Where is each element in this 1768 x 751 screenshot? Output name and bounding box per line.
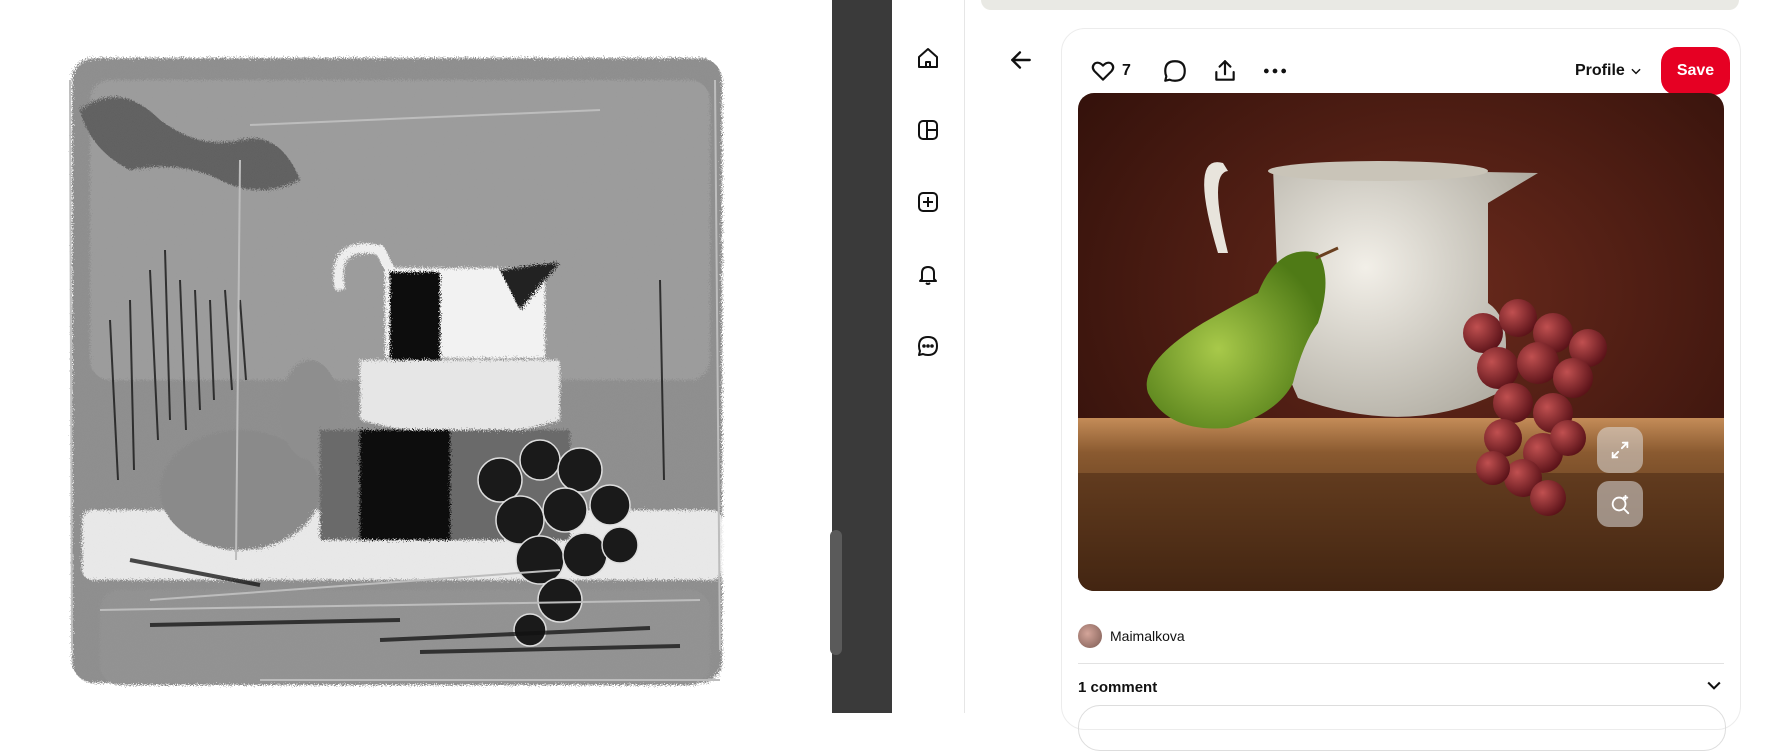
pin-toolbar: 7 Profile Save [1090,47,1730,95]
sidebar-item-create[interactable] [908,182,948,222]
expand-image-button[interactable] [1597,427,1643,473]
share-button[interactable] [1212,51,1238,91]
sidebar-rail [892,0,965,713]
chevron-down-icon[interactable] [1704,675,1724,695]
dashboard-icon [918,120,938,140]
pin-detail-pane: 7 Profile Save Maimalkova 1 comment [965,0,1768,751]
create-icon [918,192,938,212]
author-name: Maimalkova [1110,628,1185,644]
back-button[interactable] [997,40,1045,80]
comment-bubble-icon [1164,60,1186,82]
comment-button[interactable] [1162,51,1188,91]
avatar [1078,624,1102,648]
top-banner-edge [981,0,1739,10]
author-link[interactable]: Maimalkova [1078,623,1185,649]
profile-board-select[interactable]: Profile [1575,51,1643,91]
save-button[interactable]: Save [1661,47,1730,95]
pin-image[interactable] [1078,93,1724,591]
sidebar-item-home[interactable] [908,38,948,78]
visual-search-button[interactable] [1597,481,1643,527]
add-comment-input[interactable] [1078,705,1726,751]
like-count: 7 [1122,62,1131,79]
scrollbar-thumb[interactable] [830,530,842,655]
search-sparkle-icon [1611,494,1630,515]
sidebar-item-messages[interactable] [908,326,948,366]
expand-arrows-icon [1611,441,1629,459]
more-options-button[interactable] [1262,51,1288,91]
still-life-sketch-image [69,58,722,685]
home-icon [918,48,938,68]
sidebar-item-boards[interactable] [908,110,948,150]
sketch-canvas [0,0,832,713]
profile-select-label: Profile [1575,62,1625,79]
comments-count-label: 1 comment [1078,678,1158,696]
messages-icon [918,336,938,356]
pin-card: 7 Profile Save Maimalkova 1 comment [1061,28,1741,751]
like-button[interactable]: 7 [1090,51,1131,91]
heart-icon [1091,61,1115,81]
more-dots-icon [1263,68,1287,74]
divider [1078,663,1724,664]
notifications-icon [919,266,937,285]
share-icon [1215,60,1235,81]
sidebar-item-notifications[interactable] [908,254,948,294]
comments-header[interactable]: 1 comment [1078,675,1724,699]
arrow-left-icon [1011,51,1031,69]
chevron-down-icon [1631,68,1641,75]
